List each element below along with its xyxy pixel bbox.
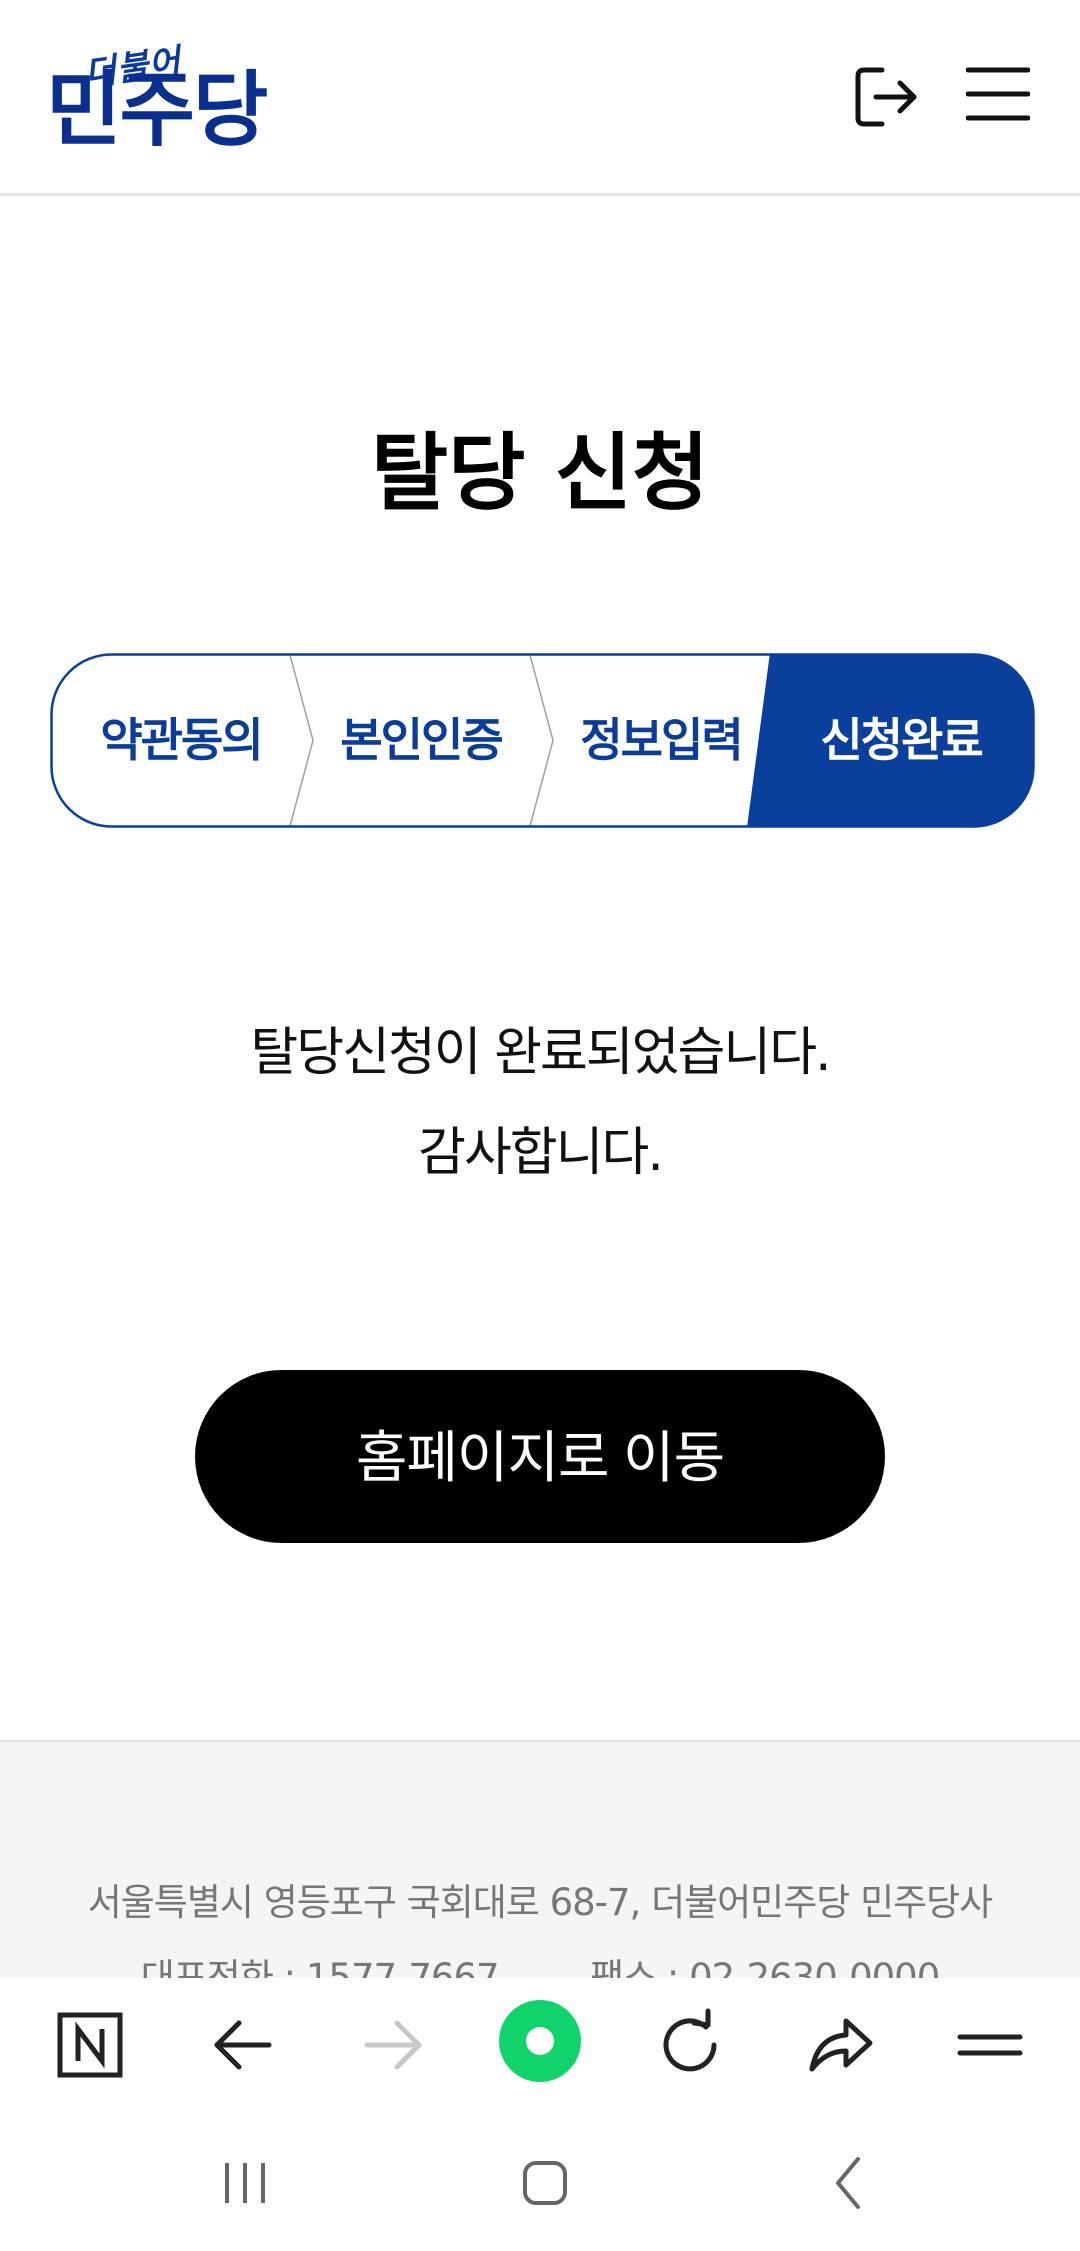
step-info-input: 정보입력 [580, 713, 743, 767]
footer-address: 서울특별시 영등포구 국회대로 68-7, 더불어민주당 민주당사 [87, 1881, 993, 1924]
step-complete: 신청완료 [820, 713, 983, 767]
home-icon[interactable] [505, 2143, 585, 2223]
refresh-icon[interactable] [650, 2005, 730, 2085]
recent-apps-icon[interactable] [205, 2143, 285, 2223]
go-home-button[interactable]: 홈페이지로 이동 [195, 1370, 885, 1543]
share-icon[interactable] [800, 2005, 880, 2085]
completion-message-line2: 감사합니다. [418, 1123, 664, 1183]
naver-n-icon[interactable] [50, 2005, 130, 2085]
menu-icon[interactable] [950, 2005, 1030, 2085]
browser-toolbar [0, 1978, 1080, 2251]
step-verification: 본인인증 [340, 713, 503, 767]
hamburger-menu-icon[interactable] [966, 66, 1030, 122]
page-title: 탈당 신청 [370, 424, 710, 522]
forward-arrow-icon[interactable] [353, 2005, 433, 2085]
site-footer: 서울특별시 영등포구 국회대로 68-7, 더불어민주당 민주당사 대표전화 :… [0, 1740, 1080, 1982]
logo-big-text: 민주당 [46, 63, 268, 158]
step-terms: 약관동의 [100, 713, 263, 767]
green-home-icon[interactable] [497, 1998, 583, 2084]
completion-message-line1: 탈당신청이 완료되었습니다. [250, 1023, 831, 1083]
party-logo[interactable]: 더불어 민주당 [46, 40, 296, 160]
footer-contact: 대표전화 : 1577-7667 팩스 : 02-2630-0000 [0, 1947, 1080, 1982]
site-header: 더불어 민주당 [0, 0, 1080, 196]
back-arrow-icon[interactable] [203, 2005, 283, 2085]
logout-icon[interactable] [852, 62, 922, 132]
back-icon[interactable] [810, 2143, 890, 2223]
step-indicator: 약관동의 본인인증 정보입력 신청완료 [50, 653, 1035, 828]
